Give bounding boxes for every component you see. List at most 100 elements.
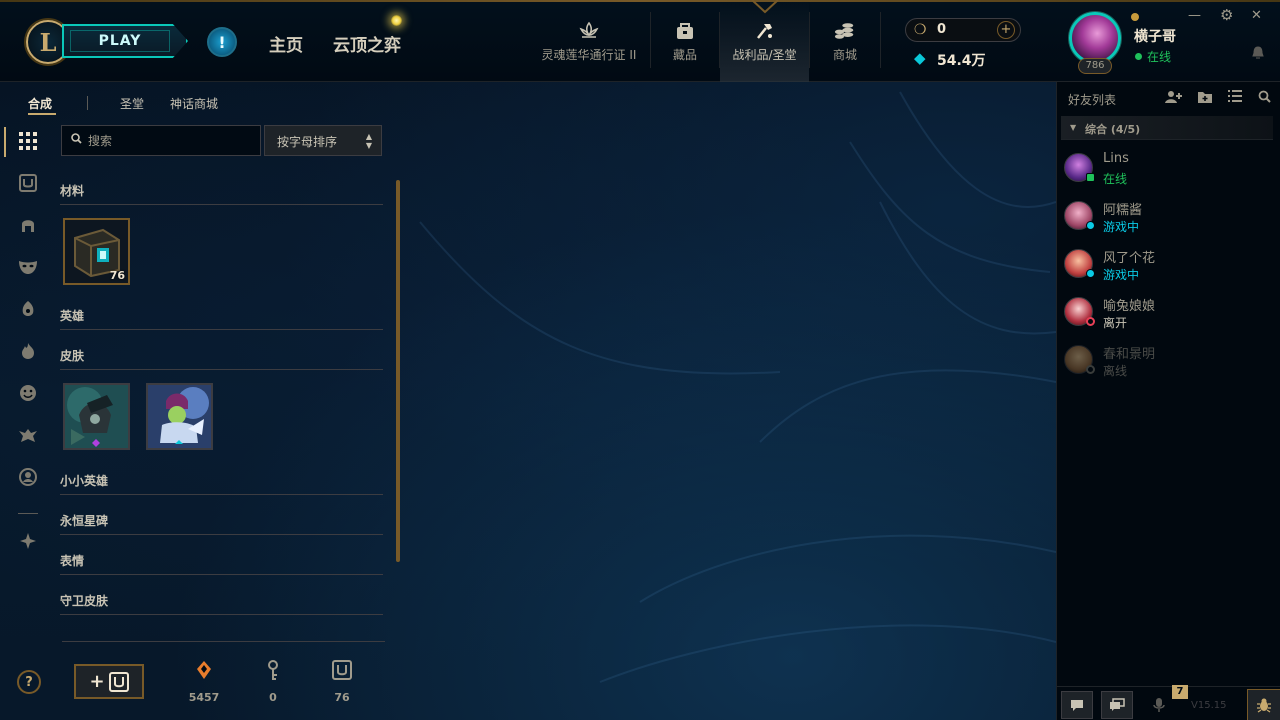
loot-item-skin-permanent[interactable] (146, 383, 213, 450)
loot-list-scrollbar[interactable] (396, 180, 400, 562)
online-dot-icon (1135, 53, 1142, 60)
category-little-legends[interactable]: 小小英雄 (60, 472, 383, 495)
loot-item-skin-shard[interactable] (63, 383, 130, 450)
tab-sanctum[interactable]: 圣堂 (120, 95, 144, 112)
search-input[interactable] (88, 130, 256, 152)
loot-item-count: 76 (109, 269, 125, 282)
close-button[interactable]: ✕ (1251, 8, 1262, 23)
add-folder-icon[interactable] (1197, 90, 1213, 108)
nav-collection[interactable]: 藏品 (660, 0, 710, 82)
category-champions[interactable]: 英雄 (60, 307, 383, 330)
friends-list-title: 好友列表 (1068, 93, 1117, 107)
bug-report-button[interactable] (1247, 689, 1280, 720)
summoner-level: 786 (1078, 58, 1112, 74)
profile-status[interactable]: 在线 (1135, 48, 1171, 65)
profile-avatar[interactable]: 786 (1066, 10, 1126, 74)
category-emotes[interactable]: 表情 (60, 552, 383, 575)
friend-item[interactable]: 喻兔娘娘 离开 (1063, 293, 1273, 337)
friend-name: 风了个花 (1103, 251, 1156, 266)
tft-notification-dot (391, 15, 402, 26)
notification-bell-icon[interactable] (1252, 46, 1264, 64)
minimize-button[interactable]: — (1188, 8, 1201, 23)
friend-name: 阿糯酱 (1103, 203, 1143, 218)
chat-button[interactable] (1061, 691, 1093, 719)
status-dot-icon (1086, 365, 1095, 374)
conversations-icon (1110, 698, 1125, 711)
friend-item[interactable]: 春和景明 离线 (1063, 341, 1273, 385)
key-icon (253, 660, 293, 684)
microphone-icon (1153, 698, 1165, 712)
list-view-icon[interactable] (1228, 90, 1242, 106)
friend-item[interactable]: 风了个花 游戏中 (1063, 245, 1273, 289)
voice-button[interactable] (1143, 691, 1175, 719)
filter-skin-mask-icon[interactable] (17, 256, 39, 278)
nav-store[interactable]: 商城 (820, 0, 870, 82)
filter-all-grid-icon[interactable] (17, 130, 39, 152)
add-chest-plus: + (89, 671, 105, 692)
summoner-name[interactable]: 横子哥 (1134, 26, 1176, 46)
add-chest-button[interactable]: + (74, 664, 144, 699)
sort-dropdown[interactable]: 按字母排序 ▲ ▼ (264, 125, 382, 156)
blue-essence-icon: ◆ (914, 49, 926, 67)
client-version: V15.15 (1191, 700, 1227, 711)
category-skins[interactable]: 皮肤 (60, 347, 383, 370)
lotus-icon (578, 20, 600, 42)
avatar (1069, 12, 1121, 64)
filter-icon-profile-icon[interactable] (17, 466, 39, 488)
friend-item[interactable]: 阿糯酱 游戏中 (1063, 197, 1273, 241)
friend-group-label: 综合 (4/5) (1085, 123, 1141, 136)
filter-champion-helmet-icon[interactable] (17, 214, 39, 236)
help-button[interactable]: ? (17, 670, 41, 694)
tab-mythic-shop[interactable]: 神话商城 (170, 95, 218, 112)
settings-gear-icon[interactable]: ⚙ (1220, 6, 1233, 24)
nav-tft[interactable]: 云顶之弈 (333, 31, 401, 56)
social-panel: 好友列表 ▼ 综合 (4/5) Lins 在线 阿糯酱 游戏中 风了个花 游戏中… (1056, 82, 1280, 720)
orange-essence-value: 5457 (188, 691, 220, 704)
filter-tft-flame-icon[interactable] (17, 340, 39, 362)
search-friends-icon[interactable] (1258, 90, 1271, 107)
blue-essence-value: 54.4万 (937, 53, 986, 69)
skin-shard-art-icon (65, 385, 128, 448)
category-materials[interactable]: 材料 (60, 182, 383, 205)
add-friend-icon[interactable] (1165, 90, 1183, 108)
loot-item-hextech-chest[interactable]: 76 (63, 218, 130, 285)
chests-value: 76 (334, 691, 350, 704)
search-icon (71, 133, 82, 147)
status-dot-icon (1086, 269, 1095, 278)
sort-dropdown-label: 按字母排序 (277, 135, 338, 149)
collection-bag-icon (674, 20, 696, 42)
group-collapse-icon: ▼ (1070, 123, 1077, 132)
status-dot-icon (1086, 173, 1095, 182)
filter-ward-icon[interactable] (17, 298, 39, 320)
friend-item[interactable]: Lins 在线 (1063, 149, 1273, 193)
active-tab-chevron-icon (751, 0, 779, 14)
friend-group-header[interactable]: ▼ 综合 (4/5) (1061, 116, 1273, 140)
orange-essence-stat: 5457 (184, 660, 224, 704)
conversations-button[interactable]: 7 (1101, 685, 1188, 719)
nav-home[interactable]: 主页 (269, 31, 303, 56)
bug-icon (1257, 698, 1271, 713)
filter-disenchant-icon[interactable] (17, 530, 39, 552)
buy-rp-button[interactable]: + (997, 21, 1015, 39)
filter-chest-icon[interactable] (17, 172, 39, 194)
nav-pass[interactable]: 灵魂莲华通行证 II (537, 0, 641, 82)
friend-status: 在线 (1103, 172, 1128, 186)
category-eternals[interactable]: 永恒星碑 (60, 512, 383, 535)
status-dot-icon (1086, 317, 1095, 326)
filter-companion-icon[interactable] (17, 424, 39, 446)
sidebar-divider (18, 513, 38, 514)
nav-loot-label: 战利品/圣堂 (732, 48, 797, 62)
friend-status: 游戏中 (1103, 268, 1140, 282)
loot-list: 材料 76 英雄 皮肤 小小英雄 永恒星碑 表情 守卫皮肤 (60, 176, 384, 636)
loot-hextech-icon (754, 20, 776, 42)
sidebar-active-indicator (4, 127, 6, 157)
chest-icon (108, 671, 129, 692)
filter-emote-icon[interactable] (17, 382, 39, 404)
play-button[interactable]: PLAY (62, 24, 188, 58)
search-field[interactable] (61, 125, 261, 156)
active-tab-underline (28, 113, 56, 115)
friend-status: 游戏中 (1103, 220, 1140, 234)
category-ward-skins[interactable]: 守卫皮肤 (60, 592, 383, 615)
alert-icon[interactable]: ! (207, 27, 237, 57)
tab-crafting[interactable]: 合成 (28, 95, 52, 112)
